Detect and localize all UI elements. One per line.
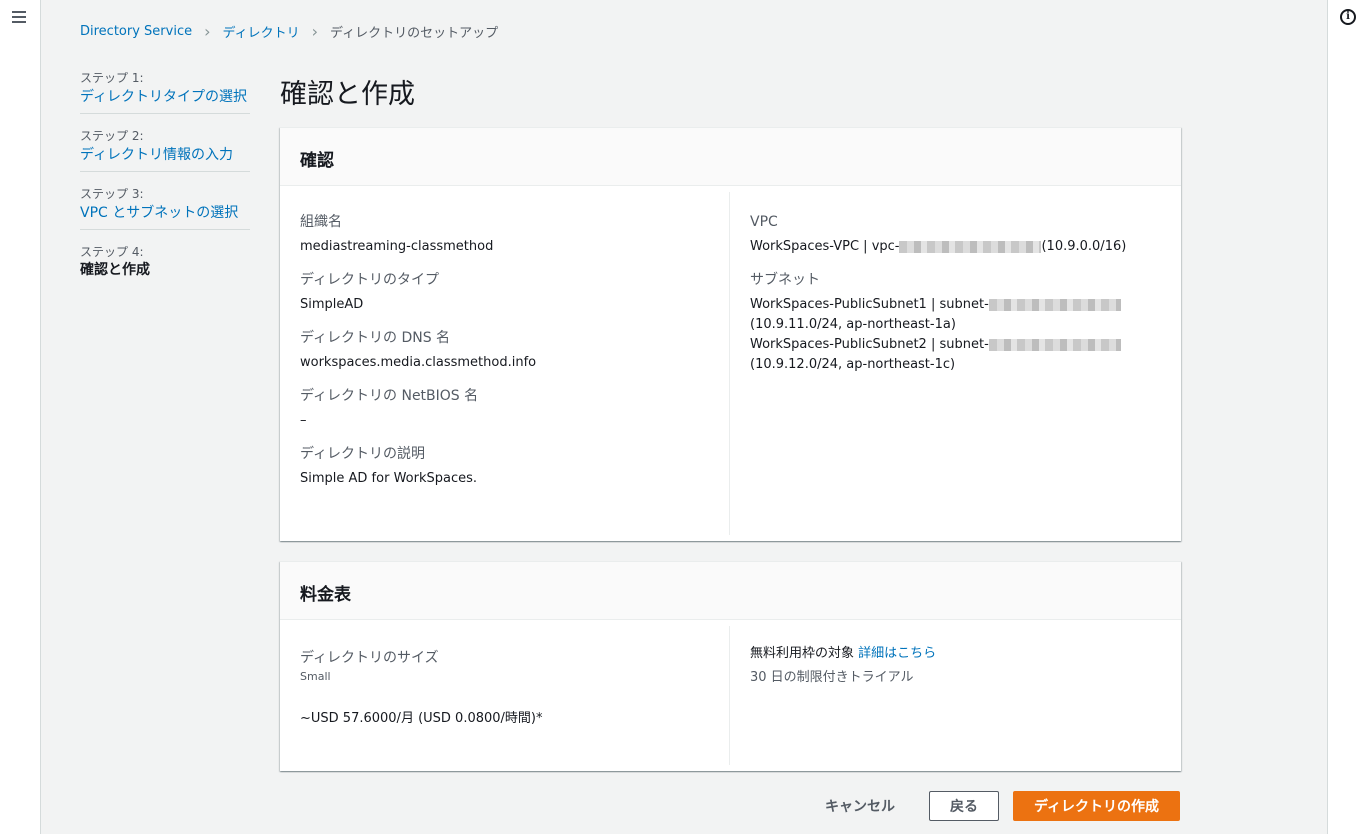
right-tools-rail: i: [1327, 0, 1368, 834]
netbios-field: ディレクトリの NetBIOS 名 –: [300, 386, 709, 431]
wizard-steps: ステップ 1: ディレクトリタイプの選択 ステップ 2: ディレクトリ情報の入力…: [80, 66, 250, 296]
size-value: Small: [300, 670, 331, 683]
vpc-field: VPC WorkSpaces-VPC | vpc- (10.9.0.0/16): [750, 212, 1160, 257]
step-2: ステップ 2: ディレクトリ情報の入力: [80, 124, 250, 172]
subnet-1-detail: (10.9.11.0/24, ap-northeast-1a): [750, 317, 956, 332]
breadcrumb-directory-service[interactable]: Directory Service: [80, 24, 192, 39]
type-label: ディレクトリのタイプ: [300, 272, 440, 288]
dns-value: workspaces.media.classmethod.info: [300, 355, 537, 370]
pricing-left-column: ディレクトリのサイズ Small ~USD 57.6000/月 (USD 0.0…: [280, 626, 730, 765]
free-tier-text: 無料利用枠の対象: [750, 646, 855, 661]
breadcrumb: Directory Service › ディレクトリ › ディレクトリのセットア…: [80, 22, 498, 41]
step-3: ステップ 3: VPC とサブネットの選択: [80, 182, 250, 230]
details-link[interactable]: 詳細はこちら: [858, 646, 936, 661]
menu-icon[interactable]: [12, 11, 26, 23]
pricing-panel-header: 料金表: [280, 562, 1181, 620]
left-navigation-rail: [0, 0, 41, 834]
breadcrumb-current: ディレクトリのセットアップ: [330, 26, 499, 41]
pricing-right-column: 無料利用枠の対象 詳細はこちら 30 日の制限付きトライアル: [730, 626, 1180, 771]
subnet-2: WorkSpaces-PublicSubnet2 | subnet-: [750, 335, 1160, 355]
org-label: 組織名: [300, 214, 342, 230]
dns-label: ディレクトリの DNS 名: [300, 330, 451, 346]
review-panel: 確認 組織名 mediastreaming-classmethod ディレクトリ…: [280, 127, 1181, 541]
desc-field: ディレクトリの説明 Simple AD for WorkSpaces.: [300, 444, 709, 489]
type-value: SimpleAD: [300, 297, 364, 312]
pricing-panel-body: ディレクトリのサイズ Small ~USD 57.6000/月 (USD 0.0…: [280, 620, 1181, 771]
subnet-1: WorkSpaces-PublicSubnet1 | subnet-: [750, 295, 1160, 315]
redacted-subnet-id: [988, 298, 1121, 311]
step-number: ステップ 3:: [80, 187, 144, 201]
step-link-directory-info[interactable]: ディレクトリ情報の入力: [80, 147, 233, 163]
type-field: ディレクトリのタイプ SimpleAD: [300, 270, 709, 315]
step-number: ステップ 1:: [80, 71, 144, 85]
dns-field: ディレクトリの DNS 名 workspaces.media.classmeth…: [300, 328, 709, 373]
org-value: mediastreaming-classmethod: [300, 239, 494, 254]
netbios-value: –: [300, 413, 307, 428]
vpc-value: WorkSpaces-VPC | vpc- (10.9.0.0/16): [750, 237, 1160, 257]
pricing-panel: 料金表 ディレクトリのサイズ Small ~USD 57.6000/月 (USD…: [280, 561, 1181, 771]
subnet-2-name: WorkSpaces-PublicSubnet2 | subnet-: [750, 337, 989, 352]
trial-text: 30 日の制限付きトライアル: [750, 670, 914, 685]
wizard-actions: キャンセル 戻る ディレクトリの作成: [825, 791, 1180, 821]
subnet-1-name: WorkSpaces-PublicSubnet1 | subnet-: [750, 297, 989, 312]
review-left-column: 組織名 mediastreaming-classmethod ディレクトリのタイ…: [280, 192, 730, 535]
size-label: ディレクトリのサイズ: [300, 650, 439, 666]
info-icon[interactable]: i: [1340, 9, 1356, 25]
vpc-label: VPC: [750, 214, 778, 230]
subnet-field: サブネット WorkSpaces-PublicSubnet1 | subnet-…: [750, 270, 1160, 375]
create-directory-button[interactable]: ディレクトリの作成: [1012, 791, 1180, 821]
step-link-directory-type[interactable]: ディレクトリタイプの選択: [80, 89, 247, 105]
chevron-right-icon: ›: [311, 22, 318, 41]
review-panel-body: 組織名 mediastreaming-classmethod ディレクトリのタイ…: [280, 186, 1181, 541]
vpc-name: WorkSpaces-VPC | vpc-: [750, 239, 900, 254]
redacted-subnet-id: [988, 338, 1121, 351]
netbios-label: ディレクトリの NetBIOS 名: [300, 388, 479, 404]
vpc-cidr: (10.9.0.0/16): [1041, 239, 1127, 254]
step-number: ステップ 2:: [80, 129, 144, 143]
step-current-review: 確認と作成: [80, 262, 150, 278]
subnet-label: サブネット: [750, 272, 820, 288]
back-button[interactable]: 戻る: [928, 791, 999, 821]
chevron-right-icon: ›: [204, 22, 211, 41]
review-right-column: VPC WorkSpaces-VPC | vpc- (10.9.0.0/16) サ…: [730, 192, 1180, 541]
page-title: 確認と作成: [280, 79, 415, 110]
free-tier-line: 無料利用枠の対象 詳細はこちら: [750, 644, 1160, 664]
step-4: ステップ 4: 確認と作成: [80, 240, 250, 286]
breadcrumb-directories[interactable]: ディレクトリ: [223, 22, 300, 41]
review-panel-header: 確認: [280, 128, 1181, 186]
price-value: ~USD 57.6000/月 (USD 0.0800/時間)*: [300, 711, 543, 726]
step-number: ステップ 4:: [80, 245, 144, 259]
org-field: 組織名 mediastreaming-classmethod: [300, 212, 709, 257]
step-1: ステップ 1: ディレクトリタイプの選択: [80, 66, 250, 114]
desc-value: Simple AD for WorkSpaces.: [300, 471, 478, 486]
subnet-2-detail: (10.9.12.0/24, ap-northeast-1c): [750, 357, 956, 372]
step-link-vpc-subnet[interactable]: VPC とサブネットの選択: [80, 205, 238, 221]
redacted-vpc-id: [899, 240, 1042, 253]
cancel-button[interactable]: キャンセル: [825, 796, 895, 816]
desc-label: ディレクトリの説明: [300, 446, 426, 462]
